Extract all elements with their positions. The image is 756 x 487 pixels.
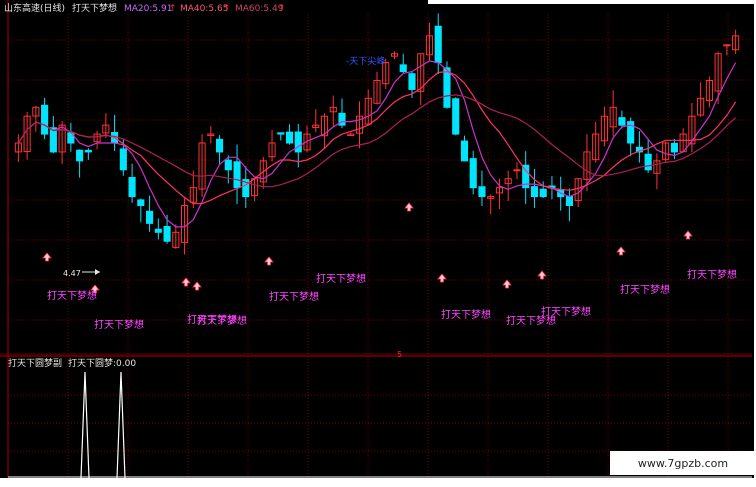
candle-body [670,142,678,153]
ma20-arrow: ↑ [169,4,177,14]
candle-body [41,104,49,135]
signal-label: 打天下梦想 [197,314,247,327]
watermark: www.7gpzb.com [610,451,756,475]
candle-body [49,127,57,153]
signal-label: 打天下梦想 [316,272,366,285]
candle-body [76,149,84,162]
candle-body [224,159,232,171]
candle-body [146,210,154,224]
ma60-value: MA60:5.49 [235,4,284,14]
candle-body [443,67,451,108]
bottom-strip [0,478,756,487]
signal-label: 打天下梦想 [47,289,97,302]
low-price-label: 4.47 [63,269,81,278]
stock-title: 山东高速(日线) [4,4,66,14]
signal-arrow [42,252,52,262]
top-strip [428,0,756,4]
candle-body [137,199,145,206]
peak-label: -天下尖峰 [346,55,385,67]
sub-panel-name: 打天下圆梦副 [8,359,63,369]
candle-body [478,186,486,198]
candle-body [469,158,477,189]
signal-arrow [537,270,547,280]
ma60-arrow: ↑ [278,4,286,14]
chart-window: 5 4.47 -天下尖峰 打天下梦想 打天下梦想 打天下梦想 打天下梦想 打天下梦想 打天下梦想… [0,0,756,487]
price-chart[interactable]: 54.47-天下尖峰打天下梦想打天下梦想 打天下梦想打天下梦想打天下梦想打天下梦想… [0,0,756,487]
candle-body [285,131,294,144]
candle-body [163,226,171,242]
signal-arrow [616,246,626,256]
candle-body [452,98,460,135]
signal-arrow [192,281,202,291]
candle-body [233,161,241,189]
low-price-arrowhead [95,269,100,275]
candle-body [434,25,442,64]
candle-body [399,64,407,73]
candle-body [119,148,127,171]
signal-label: 打天下梦想 [541,305,591,318]
candle-body [128,177,136,198]
candle-body [84,149,92,153]
signal-label: 打天下梦想 [687,268,737,281]
signal-label: 打天下梦想 [441,308,491,321]
signal-arrow [404,202,414,212]
ma40-value: MA40:5.65 [180,4,229,14]
candle-body [408,73,416,90]
signal-arrow [683,230,693,240]
candle-body [565,196,573,206]
signal-label: 打天下梦想 [620,283,670,296]
signal-arrow [181,277,191,287]
candle-body [539,188,547,198]
signal-label: 打天下梦想 [94,318,144,331]
candle-body [215,138,224,153]
ma20-value: MA20:5.91 [124,4,173,14]
candle-body [277,132,285,135]
candle-body [618,117,626,126]
candle-body [644,153,652,171]
signal-arrow [502,279,512,289]
candle-body [154,228,162,233]
ma40-arrow: ↑ [223,4,231,14]
sub-spike [80,371,90,479]
candle-body [513,169,521,172]
signal-arrow [264,256,274,266]
candle-body [460,140,469,162]
sub-spike [116,371,126,479]
signal-label: 打天下梦想 [269,290,319,303]
candle-body [294,131,302,153]
candle-body [530,186,539,198]
panel-marker: 5 [397,350,402,359]
sub-panel-value: 打天下圆梦:0.00 [68,359,137,369]
signal-arrow [437,273,447,283]
indicator-title: 打天下梦想 [72,4,118,14]
